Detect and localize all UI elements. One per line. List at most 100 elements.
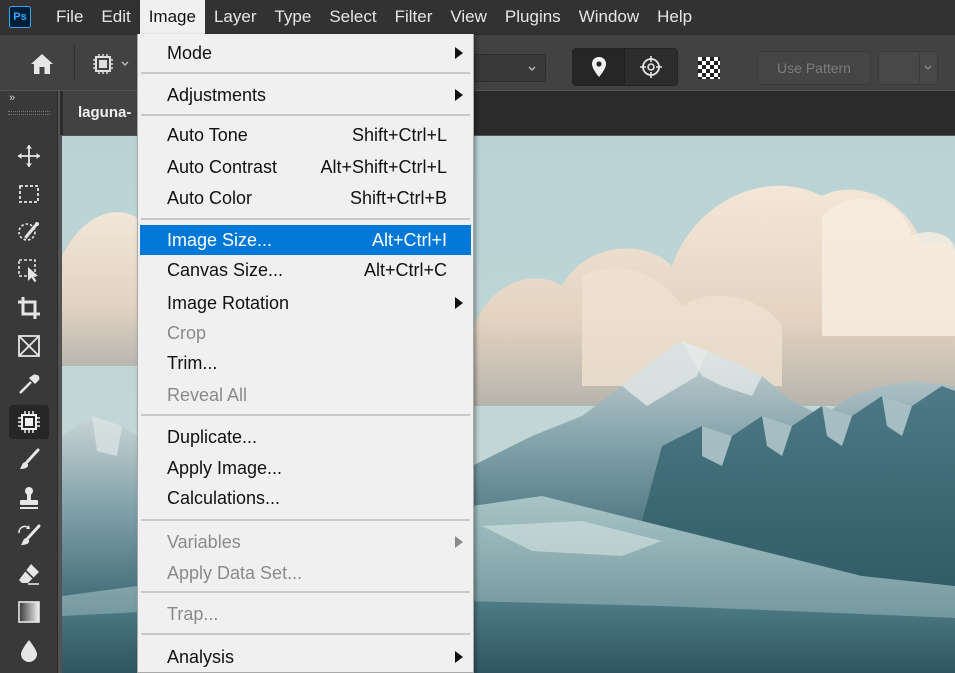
object-selection-icon [18,259,38,282]
menu-item-apply-data-set[interactable]: Apply Data Set... [140,558,471,588]
eraser-tool[interactable] [9,557,49,591]
frame-tool[interactable] [9,329,49,363]
menu-item-canvas-size[interactable]: Canvas Size... Alt+Ctrl+C [140,255,471,285]
menu-filter[interactable]: Filter [386,0,442,34]
history-brush-tool[interactable] [9,519,49,553]
toolbox: » [0,91,58,673]
quick-selection-tool[interactable] [9,215,49,249]
object-selection-tool[interactable] [9,253,49,287]
menu-item-analysis[interactable]: Analysis [140,642,471,672]
menu-item-calculations[interactable]: Calculations... [140,483,471,513]
menu-help[interactable]: Help [648,0,701,34]
menu-layer[interactable]: Layer [205,0,266,34]
eyedropper-tool[interactable] [9,367,49,401]
menu-item-reveal-all[interactable]: Reveal All [140,380,471,410]
transparency-checker-icon[interactable] [698,57,720,79]
toolbox-grip[interactable] [8,111,50,115]
home-icon [31,54,53,74]
blur-icon [21,640,37,662]
menu-item-crop[interactable]: Crop [140,318,471,348]
menu-type[interactable]: Type [265,0,320,34]
menu-item-auto-color[interactable]: Auto Color Shift+Ctrl+B [140,183,471,213]
submenu-arrow-icon [455,297,463,309]
menu-item-analysis-label: Analysis [167,647,235,667]
brush-tool[interactable] [9,443,49,477]
menu-select[interactable]: Select [320,0,385,34]
crop-tool[interactable] [9,291,49,325]
menu-image[interactable]: Image [139,0,205,34]
tool-preset-picker[interactable] [88,51,118,77]
quick-selection-icon [18,222,39,241]
healing-icon [18,411,40,433]
menu-item-adjustments[interactable]: Adjustments [140,80,471,110]
shortcut-label: Alt+Shift+Ctrl+L [320,157,447,177]
menu-item-trim[interactable]: Trim... [140,348,471,378]
menu-item-duplicate-label: Duplicate... [167,427,258,447]
menu-item-trap[interactable]: Trap... [140,599,471,629]
menu-plugins[interactable]: Plugins [496,0,570,34]
menu-item-canvas-size-label: Canvas Size... [167,260,284,280]
location-pin-button[interactable] [573,49,625,85]
menu-item-reveal-all-label: Reveal All [167,385,248,405]
photoshop-logo[interactable]: Ps [9,6,31,28]
menu-item-duplicate[interactable]: Duplicate... [140,422,471,452]
menu-item-apply-image-label: Apply Image... [167,458,283,478]
collapse-toolbox-button[interactable]: » [9,92,15,104]
submenu-arrow-icon [455,536,463,548]
target-icon [640,56,662,78]
menu-item-trap-label: Trap... [167,604,219,624]
submenu-arrow-icon [455,89,463,101]
menu-view[interactable]: View [441,0,496,34]
submenu-arrow-icon [455,651,463,663]
menu-separator [141,591,470,593]
menu-item-calculations-label: Calculations... [167,488,281,508]
menu-item-auto-color-label: Auto Color [167,188,253,208]
menu-item-variables-label: Variables [167,532,241,552]
menu-item-mode[interactable]: Mode [140,38,471,68]
menu-window[interactable]: Window [570,0,648,34]
use-pattern-button[interactable]: Use Pattern [757,51,871,85]
chevron-down-icon[interactable] [120,59,130,69]
healing-tool[interactable] [9,405,49,439]
gradient-icon [18,601,40,623]
image-menu-dropdown: Mode Adjustments Auto Tone Shift+Ctrl+L … [137,34,474,673]
sample-mode-buttons [572,48,678,86]
shortcut-label: Shift+Ctrl+L [351,125,447,145]
eyedropper-icon [19,374,40,394]
blur-tool[interactable] [9,633,49,667]
crop-icon [18,297,40,319]
menu-separator [141,218,470,220]
menu-separator [141,114,470,116]
document-tab[interactable]: laguna- [63,91,141,135]
menu-edit[interactable]: Edit [92,0,139,34]
clone-stamp-tool[interactable] [9,481,49,515]
menu-file[interactable]: File [47,0,92,34]
menu-item-auto-contrast-label: Auto Contrast [167,157,278,177]
pattern-picker[interactable] [878,51,938,85]
frame-icon [18,335,40,357]
mode-select[interactable] [472,54,546,82]
shortcut-label: Alt+Ctrl+C [363,260,447,280]
menu-item-adjustments-label: Adjustments [167,85,267,105]
gradient-tool[interactable] [9,595,49,629]
menu-item-variables[interactable]: Variables [140,527,471,557]
menu-item-mode-label: Mode [167,43,213,63]
marquee-icon [19,185,39,203]
shortcut-label: Alt+Ctrl+I [371,230,447,250]
menu-item-image-size[interactable]: Image Size... Alt+Ctrl+I [140,225,471,255]
menu-item-auto-tone[interactable]: Auto Tone Shift+Ctrl+L [140,120,471,150]
menu-separator [141,633,470,635]
chevron-down-icon [528,66,536,71]
menu-item-auto-contrast[interactable]: Auto Contrast Alt+Shift+Ctrl+L [140,152,471,182]
menu-item-apply-image[interactable]: Apply Image... [140,453,471,483]
menu-bar: Ps File Edit Image Layer Type Select Fil… [0,0,955,34]
chevron-down-icon [924,65,932,70]
stamp-icon [20,487,38,509]
location-pin-icon [591,57,606,77]
marquee-tool[interactable] [9,177,49,211]
menu-item-image-size-label: Image Size... [167,230,273,250]
target-button[interactable] [625,49,677,85]
move-tool[interactable] [9,139,49,173]
menu-item-image-rotation[interactable]: Image Rotation [140,288,471,318]
home-button[interactable] [22,49,62,79]
